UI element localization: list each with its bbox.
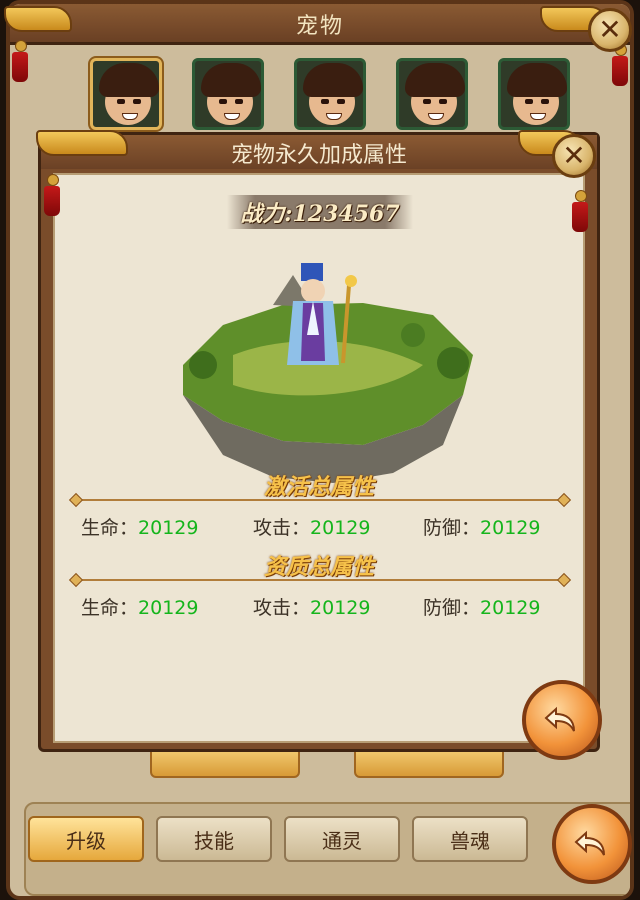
aptitude-stats-row: 生命：20129 攻击：20129 防御：20129 <box>81 593 561 619</box>
activated-hp: 生命：20129 <box>81 517 199 539</box>
tassel-left <box>12 40 28 82</box>
modal-tassel-right <box>572 190 588 232</box>
activated-defense: 防御：20129 <box>423 517 541 539</box>
close-icon: ✕ <box>562 139 586 172</box>
corner-ornament-left <box>4 6 72 32</box>
combat-power-value: 战力:1234567 <box>240 201 400 227</box>
pet-portrait-3[interactable] <box>294 58 366 130</box>
tab-upgrade[interactable]: 升级 <box>28 816 144 862</box>
outer-return-button[interactable] <box>552 804 632 884</box>
bonus-modal-body: 战力:1234567 激活总属性 生命：20129 攻击：20129 防御：20… <box>53 173 585 743</box>
modal-close-button[interactable]: ✕ <box>552 134 596 178</box>
pet-window-titlebar: 宠物 <box>10 4 630 45</box>
return-icon <box>574 830 605 856</box>
tab-skill[interactable]: 技能 <box>156 816 272 862</box>
activated-attack: 攻击：20129 <box>253 517 371 539</box>
activated-stats-row: 生命：20129 攻击：20129 防御：20129 <box>81 513 561 539</box>
pet-portrait-row <box>90 58 570 134</box>
aptitude-stats-title: 资质总属性 <box>263 555 374 580</box>
pet-portrait-1[interactable] <box>90 58 162 130</box>
pet-portrait-5[interactable] <box>498 58 570 130</box>
aptitude-defense: 防御：20129 <box>423 597 541 619</box>
bonus-modal: 宠物永久加成属性 战力:1234567 激活总属性 生命：20129 攻击：20… <box>38 132 600 752</box>
pet-portrait-2[interactable] <box>192 58 264 130</box>
pet-window-title: 宠物 <box>295 14 344 39</box>
close-icon: ✕ <box>598 13 622 46</box>
outer-close-button[interactable]: ✕ <box>588 8 632 52</box>
modal-corner-ornament-left <box>36 130 128 156</box>
tab-beast-soul[interactable]: 兽魂 <box>412 816 528 862</box>
modal-return-button[interactable] <box>522 680 602 760</box>
aptitude-attack: 攻击：20129 <box>253 597 371 619</box>
activated-stats-title: 激活总属性 <box>263 475 374 500</box>
aptitude-hp: 生命：20129 <box>81 597 199 619</box>
tab-spirit[interactable]: 通灵 <box>284 816 400 862</box>
return-icon <box>544 706 575 732</box>
combat-power-plate: 战力:1234567 <box>227 195 413 229</box>
modal-tassel-left <box>44 174 60 216</box>
pet-portrait-4[interactable] <box>396 58 468 130</box>
island-illustration <box>183 263 473 483</box>
aptitude-stats-divider <box>75 579 565 581</box>
activated-stats-divider <box>75 499 565 501</box>
